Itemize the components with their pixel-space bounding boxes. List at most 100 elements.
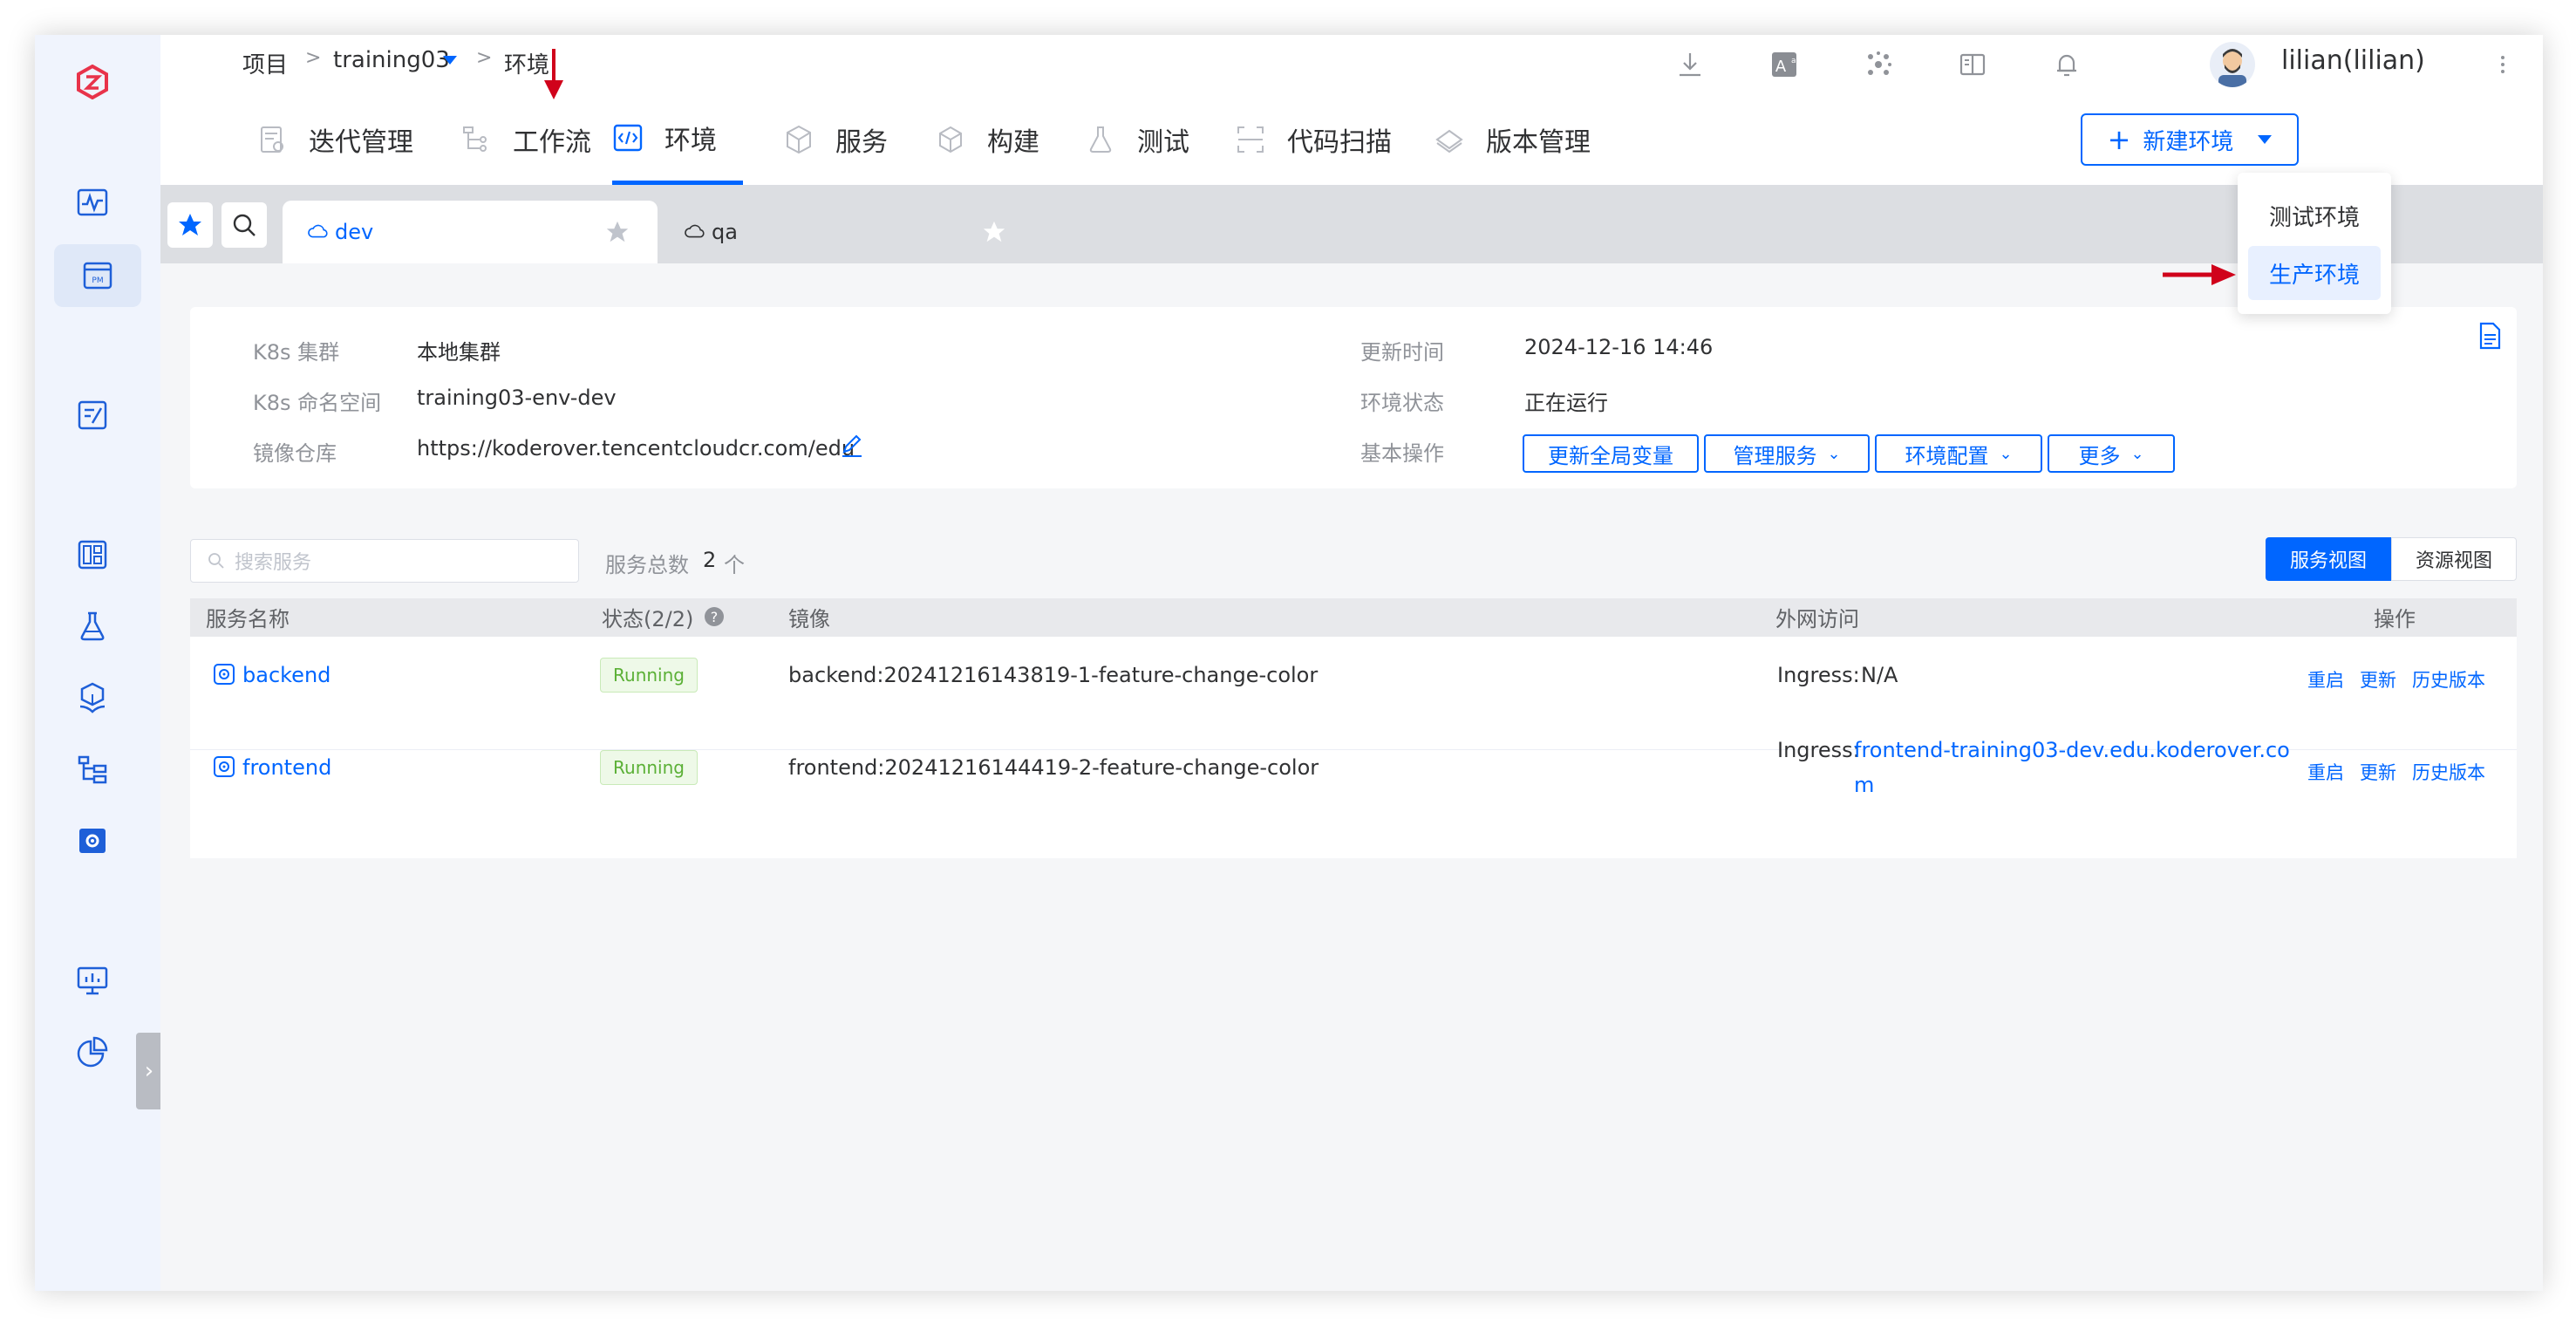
service-name-link[interactable]: backend <box>242 663 331 687</box>
more-ops-button[interactable]: 更多 ⌄ <box>2048 434 2175 473</box>
document-icon[interactable] <box>2477 321 2503 351</box>
caret-down-icon <box>2258 135 2273 144</box>
iteration-icon <box>261 126 283 153</box>
chevron-down-icon: ⌄ <box>1827 444 1841 463</box>
help-icon[interactable]: ? <box>705 607 724 626</box>
env-tab-dev[interactable]: dev <box>283 201 658 263</box>
ingress-url-link[interactable]: frontend-training03-dev.edu.koderover.co <box>1854 738 2290 762</box>
app-window: PM › 项目 > training03 > 环境 A a lilian(lil… <box>35 35 2543 1291</box>
service-name-link[interactable]: frontend <box>242 755 331 780</box>
status-text: Running <box>613 665 685 686</box>
dropdown-item-label: 测试环境 <box>2268 204 2360 231</box>
update-global-vars-button[interactable]: 更新全局变量 <box>1523 434 1699 473</box>
resource-view-button[interactable]: 资源视图 <box>2391 537 2517 581</box>
edit-doc-icon[interactable] <box>65 387 120 443</box>
sidebar-expand-handle[interactable]: › <box>136 1033 162 1109</box>
button-label: 资源视图 <box>2415 550 2492 572</box>
settings-box-icon[interactable] <box>65 813 120 869</box>
star-icon[interactable] <box>982 220 1006 244</box>
breadcrumb-project[interactable]: training03 <box>333 47 450 73</box>
nav-label: 代码扫描 <box>1287 127 1392 158</box>
bell-icon[interactable] <box>2048 45 2086 84</box>
flask-icon[interactable] <box>65 598 120 654</box>
nav-code-scan[interactable]: 代码扫描 <box>1235 94 1392 185</box>
star-icon[interactable] <box>605 220 630 244</box>
book-icon[interactable] <box>1953 45 1992 84</box>
service-icon <box>214 664 235 685</box>
build-icon <box>939 126 962 154</box>
manage-services-button[interactable]: 管理服务 ⌄ <box>1704 434 1870 473</box>
service-total-count: 2 <box>703 548 717 572</box>
registry-label: 镜像仓库 <box>253 441 337 466</box>
search-service-input[interactable]: 搜索服务 <box>190 539 579 583</box>
nav-label: 版本管理 <box>1486 127 1591 158</box>
top-bar: 项目 > training03 > 环境 Aa lilian(lilian) <box>160 35 2543 94</box>
dropdown-item-test-env[interactable]: 测试环境 <box>2248 188 2381 242</box>
breadcrumb-separator: > <box>476 47 493 69</box>
image-value: backend:20241216143819-1-feature-change-… <box>788 663 1319 687</box>
env-tab-qa[interactable]: qa <box>659 201 1034 263</box>
nav-environment[interactable]: 环境 <box>612 94 743 185</box>
service-total-unit: 个 <box>724 553 745 577</box>
env-config-button[interactable]: 环境配置 ⌄ <box>1875 434 2042 473</box>
ingress-url-link[interactable]: m <box>1854 773 1874 797</box>
dashboard-icon[interactable] <box>65 527 120 583</box>
button-label: 更新全局变量 <box>1548 443 1673 468</box>
nav-build[interactable]: 构建 <box>935 94 1039 185</box>
chevron-down-icon: ⌄ <box>2130 444 2144 463</box>
environment-tab-strip: dev qa <box>160 185 2543 263</box>
user-name[interactable]: lilian(lilian) <box>2281 45 2425 76</box>
cluster-icon[interactable] <box>1859 45 1898 84</box>
favorite-filter-button[interactable] <box>167 202 213 248</box>
button-label: 更多 <box>2078 443 2121 468</box>
monitor-wave-icon[interactable] <box>65 174 120 230</box>
update-link[interactable]: 更新 <box>2360 666 2396 693</box>
service-view-button[interactable]: 服务视图 <box>2266 537 2391 581</box>
more-vertical-icon[interactable] <box>2484 45 2522 84</box>
avatar[interactable] <box>2210 42 2255 87</box>
package-hand-icon[interactable] <box>65 670 120 726</box>
k8s-cluster-value: 本地集群 <box>417 340 501 365</box>
nav-test[interactable]: 测试 <box>1085 94 1189 185</box>
status-badge: Running <box>600 750 698 785</box>
new-environment-button[interactable]: + 新建环境 <box>2081 113 2299 166</box>
table-header <box>190 598 2517 637</box>
update-link[interactable]: 更新 <box>2360 759 2396 785</box>
tree-icon[interactable] <box>65 741 120 797</box>
annotation-arrow-right-icon <box>2163 264 2236 285</box>
workflow-icon <box>463 126 487 152</box>
dropdown-item-prod-env[interactable]: 生产环境 <box>2248 246 2381 300</box>
svg-text:A: A <box>1775 58 1787 76</box>
pie-chart-icon[interactable] <box>65 1024 120 1080</box>
scan-icon <box>1237 126 1264 153</box>
update-time-label: 更新时间 <box>1360 340 1444 365</box>
restart-link[interactable]: 重启 <box>2307 759 2344 785</box>
env-tab-label: qa <box>712 220 738 244</box>
caret-down-icon[interactable] <box>443 56 457 65</box>
service-total-label: 服务总数 <box>605 553 689 577</box>
search-icon <box>233 214 256 236</box>
download-icon[interactable] <box>1671 45 1709 84</box>
service-icon <box>214 756 235 777</box>
restart-link[interactable]: 重启 <box>2307 666 2344 693</box>
search-tab-button[interactable] <box>221 202 267 248</box>
nav-service[interactable]: 服务 <box>783 94 888 185</box>
env-status-value: 正在运行 <box>1524 391 1608 415</box>
search-icon <box>208 553 224 569</box>
chevron-down-icon: ⌄ <box>1999 444 2013 463</box>
nav-version[interactable]: 版本管理 <box>1434 94 1591 185</box>
nav-workflow[interactable]: 工作流 <box>460 94 591 185</box>
logo-icon[interactable] <box>65 54 120 110</box>
edit-icon[interactable] <box>839 433 865 459</box>
breadcrumb-root[interactable]: 项目 <box>242 47 288 79</box>
button-label: 管理服务 <box>1733 443 1817 468</box>
history-link[interactable]: 历史版本 <box>2412 666 2485 693</box>
nav-iteration[interactable]: 迭代管理 <box>256 94 413 185</box>
pm-icon[interactable]: PM <box>54 244 141 307</box>
status-text: Running <box>613 757 685 778</box>
nav-label: 工作流 <box>513 127 591 158</box>
svg-text:PM: PM <box>92 276 103 285</box>
history-link[interactable]: 历史版本 <box>2412 759 2485 785</box>
translate-icon[interactable]: Aa <box>1765 45 1803 84</box>
screen-chart-icon[interactable] <box>65 952 120 1008</box>
